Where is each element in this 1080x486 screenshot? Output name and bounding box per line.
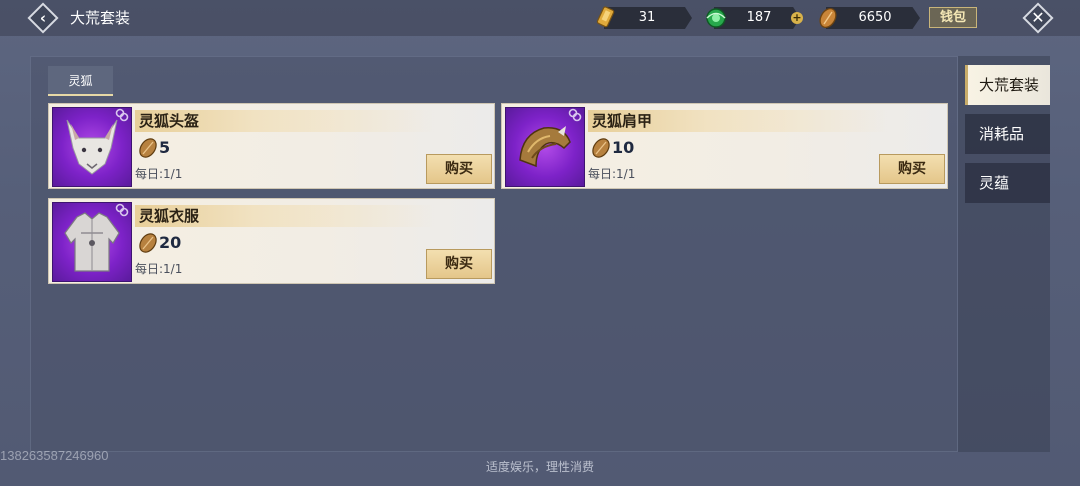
sidebar-item-consumables[interactable]: 消耗品: [965, 114, 1050, 154]
buy-button[interactable]: 购买: [426, 249, 492, 279]
leaf-token-icon: [139, 138, 157, 158]
tab-linghu[interactable]: 灵狐: [48, 66, 113, 96]
golden-scroll-icon: [596, 6, 615, 28]
item-cost: 20: [159, 233, 182, 252]
chevron-left-icon: ‹: [39, 9, 47, 27]
item-daily-limit: 每日:1/1: [135, 167, 183, 181]
link-icon: [568, 108, 582, 122]
currency-value: 31: [638, 10, 656, 25]
link-icon: [115, 108, 129, 122]
add-jade-button[interactable]: +: [791, 12, 803, 24]
item-cost: 5: [159, 138, 171, 157]
shop-item-card: 灵狐肩甲 10 每日:1/1 购买: [501, 103, 948, 189]
link-icon: [115, 203, 129, 217]
back-button[interactable]: ‹: [27, 2, 59, 34]
shop-item-card: 灵狐头盔 5 每日:1/1 购买: [48, 103, 495, 189]
wallet-button[interactable]: 钱包: [929, 7, 977, 28]
footer-note: 适度娱乐，理性消费: [485, 460, 594, 474]
sidebar-item-lingyun[interactable]: 灵蕴: [965, 163, 1050, 203]
buy-button[interactable]: 购买: [879, 154, 945, 184]
currency-golden-scroll: 31: [594, 6, 692, 29]
close-icon: ✕: [1031, 8, 1045, 27]
currency-value: 6650: [858, 10, 892, 25]
page-title: 大荒套装: [70, 9, 131, 27]
item-cost: 10: [612, 138, 635, 157]
item-name: 灵狐衣服: [139, 207, 200, 225]
buy-button[interactable]: 购买: [426, 154, 492, 184]
item-daily-limit: 每日:1/1: [588, 167, 636, 181]
item-name: 灵狐肩甲: [592, 112, 653, 130]
currency-leaf-token: 6650: [816, 7, 920, 29]
shop-item-card: 灵狐衣服 20 每日:1/1 购买: [48, 198, 495, 284]
leaf-token-icon: [139, 233, 157, 253]
currency-jade: 187: [704, 7, 804, 29]
jade-icon: [706, 8, 726, 28]
leaf-token-icon: [819, 8, 837, 28]
sidebar-item-dahuang-set[interactable]: 大荒套装: [965, 65, 1050, 105]
item-daily-limit: 每日:1/1: [135, 262, 183, 276]
close-button[interactable]: ✕: [1022, 2, 1054, 34]
leaf-token-icon: [592, 138, 610, 158]
currency-value: 187: [746, 10, 772, 25]
item-name: 灵狐头盔: [139, 112, 200, 130]
